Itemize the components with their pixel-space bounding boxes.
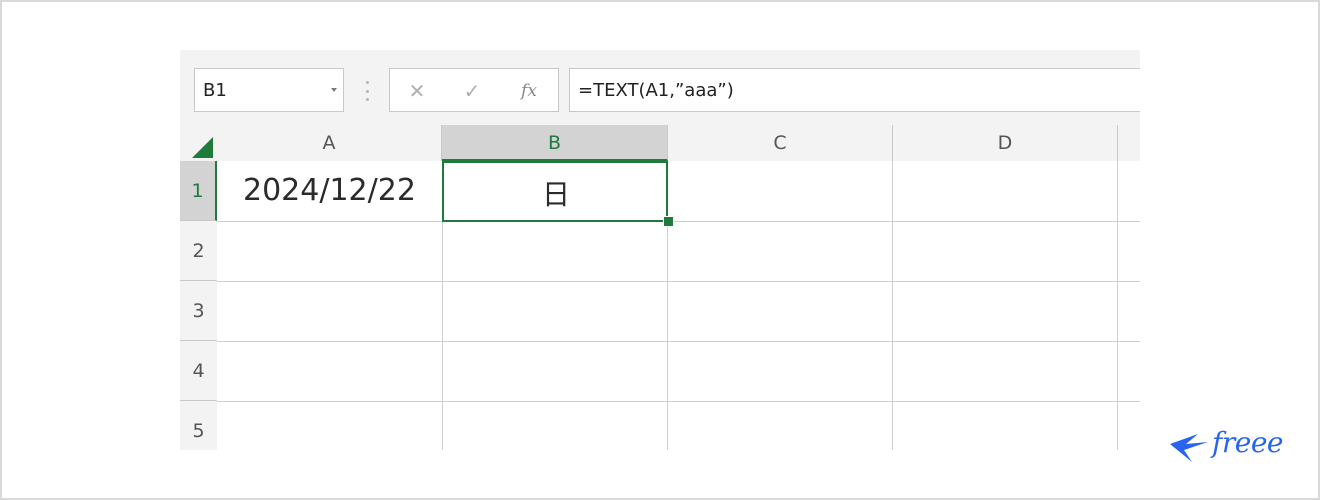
row-header-3[interactable]: 3 <box>180 281 217 341</box>
cell-a1[interactable]: 2024/12/22 <box>243 173 416 208</box>
enter-check-icon[interactable]: ✓ <box>457 79 487 103</box>
grip-icon[interactable] <box>366 81 369 101</box>
cell-grid[interactable]: 2024/12/22 日 <box>217 161 1140 450</box>
select-all-triangle-icon <box>192 137 213 158</box>
grid-line <box>217 281 1140 282</box>
formula-input[interactable]: =TEXT(A1,”aaa”) <box>569 68 1140 112</box>
freee-logo: freee <box>1168 422 1288 472</box>
column-header-a[interactable]: A <box>217 125 442 161</box>
grid-line <box>217 221 1140 222</box>
row-header-1[interactable]: 1 <box>180 161 217 221</box>
fx-icon[interactable]: fx <box>514 79 544 103</box>
select-all-button[interactable] <box>180 125 217 161</box>
row-header-2[interactable]: 2 <box>180 221 217 281</box>
name-box[interactable]: B1 <box>194 68 344 112</box>
column-header-d[interactable]: D <box>893 125 1118 161</box>
grid-line <box>217 341 1140 342</box>
logo-text: freee <box>1212 426 1283 459</box>
row-header-5[interactable]: 5 <box>180 401 217 450</box>
formula-text: =TEXT(A1,”aaa”) <box>578 80 734 101</box>
grid-line <box>892 161 893 450</box>
freee-bird-icon <box>1170 434 1208 462</box>
name-box-value: B1 <box>203 80 227 101</box>
dropdown-caret-icon[interactable] <box>331 88 337 92</box>
grid-line <box>217 401 1140 402</box>
column-header-b[interactable]: B <box>442 125 668 161</box>
fill-handle[interactable] <box>663 216 674 227</box>
cancel-icon[interactable]: ✕ <box>402 79 432 103</box>
row-header-4[interactable]: 4 <box>180 341 217 401</box>
formula-buttons: ✕ ✓ fx <box>389 68 559 112</box>
column-header-c[interactable]: C <box>668 125 893 161</box>
active-cell-border <box>442 161 668 222</box>
grid-line <box>1117 161 1118 450</box>
spreadsheet-window: B1 ✕ ✓ fx =TEXT(A1,”aaa”) A B C D 1 2 3 … <box>180 50 1140 450</box>
